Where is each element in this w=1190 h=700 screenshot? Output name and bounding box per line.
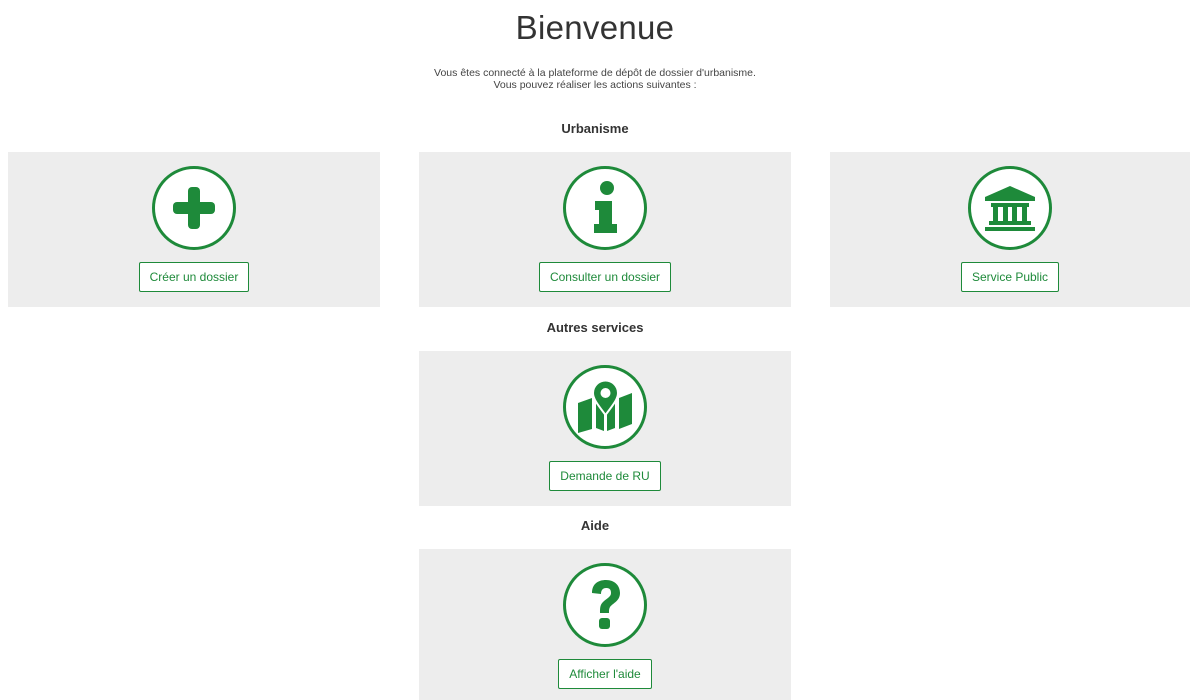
info-icon <box>563 166 647 250</box>
page: Bienvenue Vous êtes connecté à la platef… <box>0 0 1190 700</box>
card-aide: Afficher l'aide <box>419 549 791 700</box>
card-demande-ru: Demande de RU <box>419 351 791 506</box>
card-create-dossier: Créer un dossier <box>8 152 380 307</box>
intro-text: Vous êtes connecté à la plateforme de dé… <box>0 67 1190 91</box>
afficher-aide-button[interactable]: Afficher l'aide <box>558 659 652 689</box>
question-icon <box>563 563 647 647</box>
section-title-aide: Aide <box>580 518 610 533</box>
public-building-icon <box>968 166 1052 250</box>
demande-ru-button[interactable]: Demande de RU <box>549 461 661 491</box>
plus-icon <box>152 166 236 250</box>
map-pin-icon <box>563 365 647 449</box>
section-title-urbanisme: Urbanisme <box>561 121 629 136</box>
section-title-autres-services: Autres services <box>546 320 644 335</box>
intro-line-1: Vous êtes connecté à la plateforme de dé… <box>434 67 756 79</box>
create-dossier-button[interactable]: Créer un dossier <box>138 262 250 292</box>
card-service-public: Service Public <box>830 152 1190 307</box>
card-consult-dossier: Consulter un dossier <box>419 152 791 307</box>
intro-line-2: Vous pouvez réaliser les actions suivant… <box>493 79 697 91</box>
consult-dossier-button[interactable]: Consulter un dossier <box>538 262 672 292</box>
service-public-button[interactable]: Service Public <box>960 262 1060 292</box>
page-title: Bienvenue <box>515 9 675 46</box>
